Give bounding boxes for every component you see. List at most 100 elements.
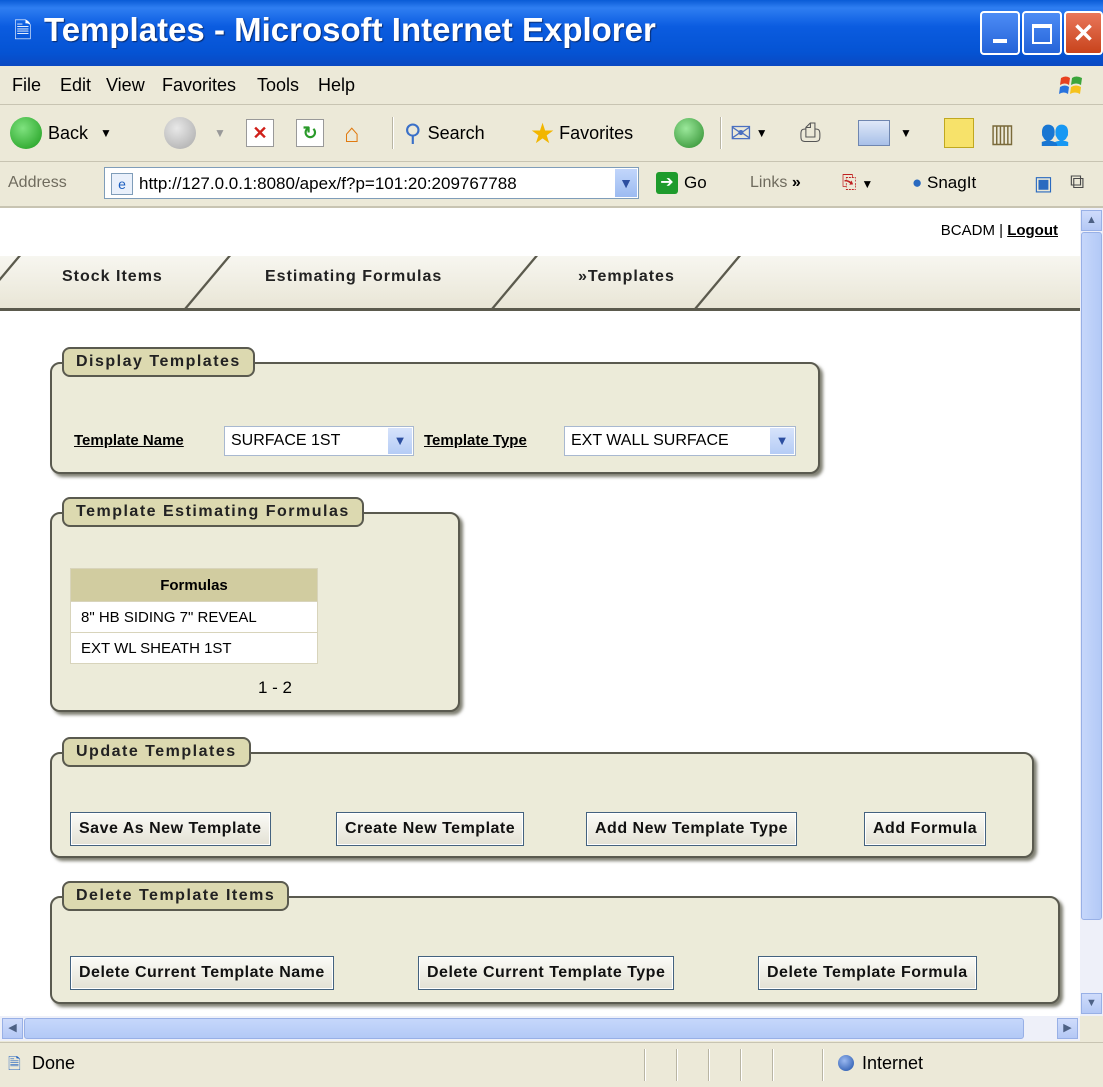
tab-templates[interactable]: »Templates bbox=[578, 268, 675, 286]
template-name-select[interactable]: SURFACE 1ST ▼ bbox=[224, 426, 414, 456]
minimize-button[interactable] bbox=[980, 11, 1020, 55]
back-arrow-icon bbox=[10, 117, 42, 149]
mail-button[interactable]: ✉ ▼ bbox=[730, 113, 768, 153]
menu-bar: File Edit View Favorites Tools Help bbox=[0, 66, 1103, 105]
capture-icon[interactable]: ▣ bbox=[1034, 171, 1053, 196]
add-new-template-type-button[interactable]: Add New Template Type bbox=[586, 812, 798, 846]
vertical-scroll-thumb[interactable] bbox=[1081, 232, 1102, 920]
close-button[interactable]: ✕ bbox=[1064, 11, 1103, 55]
status-bar: 🗎 Done Internet bbox=[0, 1042, 1103, 1087]
tab-estimating-formulas[interactable]: Estimating Formulas bbox=[265, 268, 442, 286]
go-arrow-icon: ➔ bbox=[656, 172, 678, 194]
delete-template-items-region: Delete Template Items Delete Current Tem… bbox=[50, 881, 1060, 1004]
menu-view[interactable]: View bbox=[106, 75, 145, 96]
delete-current-template-type-button[interactable]: Delete Current Template Type bbox=[418, 956, 675, 990]
delete-current-template-name-button[interactable]: Delete Current Template Name bbox=[70, 956, 334, 990]
refresh-icon: ↻ bbox=[296, 119, 324, 147]
menu-edit[interactable]: Edit bbox=[60, 75, 91, 96]
home-button[interactable]: ⌂ bbox=[344, 113, 374, 153]
template-type-select[interactable]: EXT WALL SURFACE ▼ bbox=[564, 426, 796, 456]
page-status-icon: 🗎 bbox=[8, 1056, 21, 1073]
browser-window: 🗎 Templates - Microsoft Internet Explore… bbox=[0, 0, 1103, 1087]
refresh-button[interactable]: ↻ bbox=[296, 113, 324, 153]
back-button[interactable]: Back ▼ bbox=[10, 113, 112, 153]
forward-button[interactable]: ▼ bbox=[164, 113, 226, 153]
messenger-icon: 👥 bbox=[1040, 119, 1070, 147]
tab-divider bbox=[182, 256, 231, 310]
address-dropdown-icon[interactable]: ▼ bbox=[615, 169, 637, 197]
window-capture-icon[interactable]: ⧉ bbox=[1070, 171, 1084, 194]
page-icon: e bbox=[111, 173, 133, 195]
template-formulas-legend: Template Estimating Formulas bbox=[62, 497, 364, 527]
address-url: http://127.0.0.1:8080/apex/f?p=101:20:20… bbox=[139, 174, 517, 193]
display-templates-legend: Display Templates bbox=[62, 347, 255, 377]
scroll-down-icon[interactable]: ▼ bbox=[1081, 993, 1102, 1014]
tab-divider bbox=[692, 256, 741, 310]
scroll-up-icon[interactable]: ▲ bbox=[1081, 210, 1102, 231]
status-divider bbox=[822, 1049, 824, 1081]
menu-file[interactable]: File bbox=[12, 75, 41, 96]
display-templates-region: Display Templates Template Name SURFACE … bbox=[50, 347, 820, 474]
pdf-icon[interactable]: ⎘ ▼ bbox=[842, 172, 873, 193]
back-dropdown-icon: ▼ bbox=[100, 126, 112, 140]
update-templates-region: Update Templates Save As New Template Cr… bbox=[50, 737, 1034, 858]
status-divider bbox=[676, 1049, 678, 1081]
save-as-new-template-button[interactable]: Save As New Template bbox=[70, 812, 271, 846]
page-content: BCADM | Logout Stock Items Estimating Fo… bbox=[0, 208, 1080, 1016]
go-button[interactable]: ➔ Go bbox=[656, 172, 707, 194]
stop-icon: ✕ bbox=[246, 119, 274, 147]
logout-link[interactable]: Logout bbox=[1007, 222, 1058, 239]
edit-icon bbox=[858, 120, 890, 146]
search-icon: ⚲ bbox=[404, 119, 422, 147]
delete-template-formula-button[interactable]: Delete Template Formula bbox=[758, 956, 977, 990]
user-bar: BCADM | Logout bbox=[941, 222, 1058, 239]
close-icon: ✕ bbox=[1072, 18, 1095, 48]
note-icon bbox=[944, 118, 974, 148]
stop-button[interactable]: ✕ bbox=[246, 113, 274, 153]
vertical-scrollbar[interactable]: ▲ ▼ bbox=[1080, 208, 1103, 1016]
messenger-button[interactable]: 👥 bbox=[1040, 113, 1070, 153]
create-new-template-button[interactable]: Create New Template bbox=[336, 812, 525, 846]
research-button[interactable]: ▥ bbox=[990, 113, 1015, 153]
windows-flag-icon bbox=[1059, 76, 1082, 94]
menu-help[interactable]: Help bbox=[318, 75, 355, 96]
links-label[interactable]: Links » bbox=[750, 174, 801, 192]
edit-button[interactable]: ▼ bbox=[858, 113, 912, 153]
maximize-button[interactable] bbox=[1022, 11, 1062, 55]
template-name-value: SURFACE 1ST bbox=[231, 432, 341, 449]
horizontal-scroll-thumb[interactable] bbox=[24, 1018, 1024, 1039]
history-button[interactable] bbox=[674, 113, 710, 153]
toolbar-separator bbox=[392, 117, 394, 149]
mail-dropdown-icon: ▼ bbox=[755, 126, 768, 140]
table-row: EXT WL SHEATH 1ST bbox=[70, 632, 318, 664]
toolbar-separator bbox=[720, 117, 722, 149]
print-button[interactable]: ⎙ bbox=[800, 113, 821, 153]
discuss-button[interactable] bbox=[944, 113, 974, 153]
menu-favorites[interactable]: Favorites bbox=[162, 75, 236, 96]
scroll-left-icon[interactable]: ◀ bbox=[2, 1018, 23, 1039]
favorites-button[interactable]: ★ Favorites bbox=[530, 113, 633, 153]
user-separator: | bbox=[999, 222, 1004, 239]
standard-toolbar: Back ▼ ▼ ✕ ↻ ⌂ ⚲ Search ★ Favorites ✉ ▼ … bbox=[0, 105, 1103, 162]
search-button[interactable]: ⚲ Search bbox=[404, 113, 485, 153]
username: BCADM bbox=[940, 222, 995, 239]
address-input[interactable]: e http://127.0.0.1:8080/apex/f?p=101:20:… bbox=[104, 167, 639, 199]
horizontal-scrollbar[interactable]: ◀ ▶ bbox=[0, 1016, 1080, 1041]
title-bar: 🗎 Templates - Microsoft Internet Explore… bbox=[0, 0, 1103, 66]
snagit-button[interactable]: ● SnagIt bbox=[912, 173, 976, 193]
scroll-right-icon[interactable]: ▶ bbox=[1057, 1018, 1078, 1039]
snagit-icon: ● bbox=[912, 173, 923, 192]
formulas-table: Formulas 8" HB SIDING 7" REVEAL EXT WL S… bbox=[70, 568, 318, 664]
tab-bar: Stock Items Estimating Formulas »Templat… bbox=[0, 256, 1080, 311]
template-formulas-region: Template Estimating Formulas Formulas 8"… bbox=[50, 497, 460, 712]
menu-tools[interactable]: Tools bbox=[257, 75, 299, 96]
star-icon: ★ bbox=[530, 117, 556, 149]
forward-dropdown-icon: ▼ bbox=[214, 126, 226, 140]
window-title: Templates - Microsoft Internet Explorer bbox=[44, 11, 656, 48]
add-formula-button[interactable]: Add Formula bbox=[864, 812, 987, 846]
history-icon bbox=[674, 118, 704, 148]
tab-stock-items[interactable]: Stock Items bbox=[62, 268, 163, 286]
template-name-label: Template Name bbox=[74, 432, 184, 449]
table-row: 8" HB SIDING 7" REVEAL bbox=[70, 601, 318, 633]
security-zone: Internet bbox=[862, 1053, 924, 1073]
